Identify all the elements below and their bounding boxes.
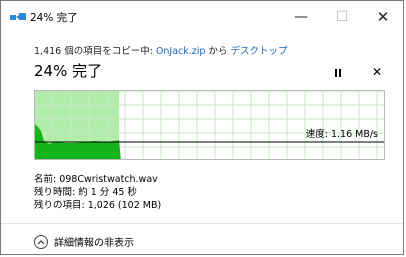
maximize-button[interactable]: ☐	[324, 6, 360, 28]
title-bar[interactable]: 24% 完了 — ☐ ✕	[1, 1, 403, 31]
items-remaining: 残りの項目: 1,026 (102 MB)	[34, 200, 162, 211]
window-title: 24% 完了	[30, 12, 78, 24]
time-remaining: 残り時間: 約 1 分 45 秒	[34, 187, 137, 198]
percent-complete-heading: 24% 完了	[34, 62, 103, 80]
transfer-speed-graph: 速度: 1.16 MB/s	[34, 90, 385, 160]
close-button[interactable]: ✕	[365, 6, 401, 28]
copy-app-icon	[10, 13, 26, 20]
copy-status-prefix: 1,416 個の項目をコピー中:	[34, 46, 156, 57]
divider	[1, 223, 403, 224]
file-name: 名前: 098Cwristwatch.wav	[34, 174, 158, 185]
minimize-button[interactable]: —	[283, 6, 319, 28]
pause-icon	[335, 69, 337, 77]
chevron-up-icon	[34, 234, 48, 249]
source-link[interactable]: OnJack.zip	[156, 46, 206, 57]
hide-details-toggle[interactable]: 詳細情報の非表示	[34, 234, 134, 249]
hide-details-label: 詳細情報の非表示	[54, 238, 134, 249]
speed-label: 速度: 1.16 MB/s	[305, 129, 378, 140]
copy-status-line: 1,416 個の項目をコピー中: OnJack.zip から デスクトップ	[34, 43, 288, 57]
cancel-button[interactable]: ✕	[368, 63, 386, 81]
details-panel: 名前: 098Cwristwatch.wav 残り時間: 約 1 分 45 秒 …	[34, 173, 161, 212]
copy-progress-window: 24% 完了 — ☐ ✕ 1,416 個の項目をコピー中: OnJack.zip…	[0, 0, 404, 255]
pause-icon-bar	[339, 69, 341, 77]
copy-status-middle: から	[205, 46, 231, 57]
destination-link[interactable]: デスクトップ	[231, 46, 288, 57]
pause-button[interactable]	[328, 65, 348, 81]
